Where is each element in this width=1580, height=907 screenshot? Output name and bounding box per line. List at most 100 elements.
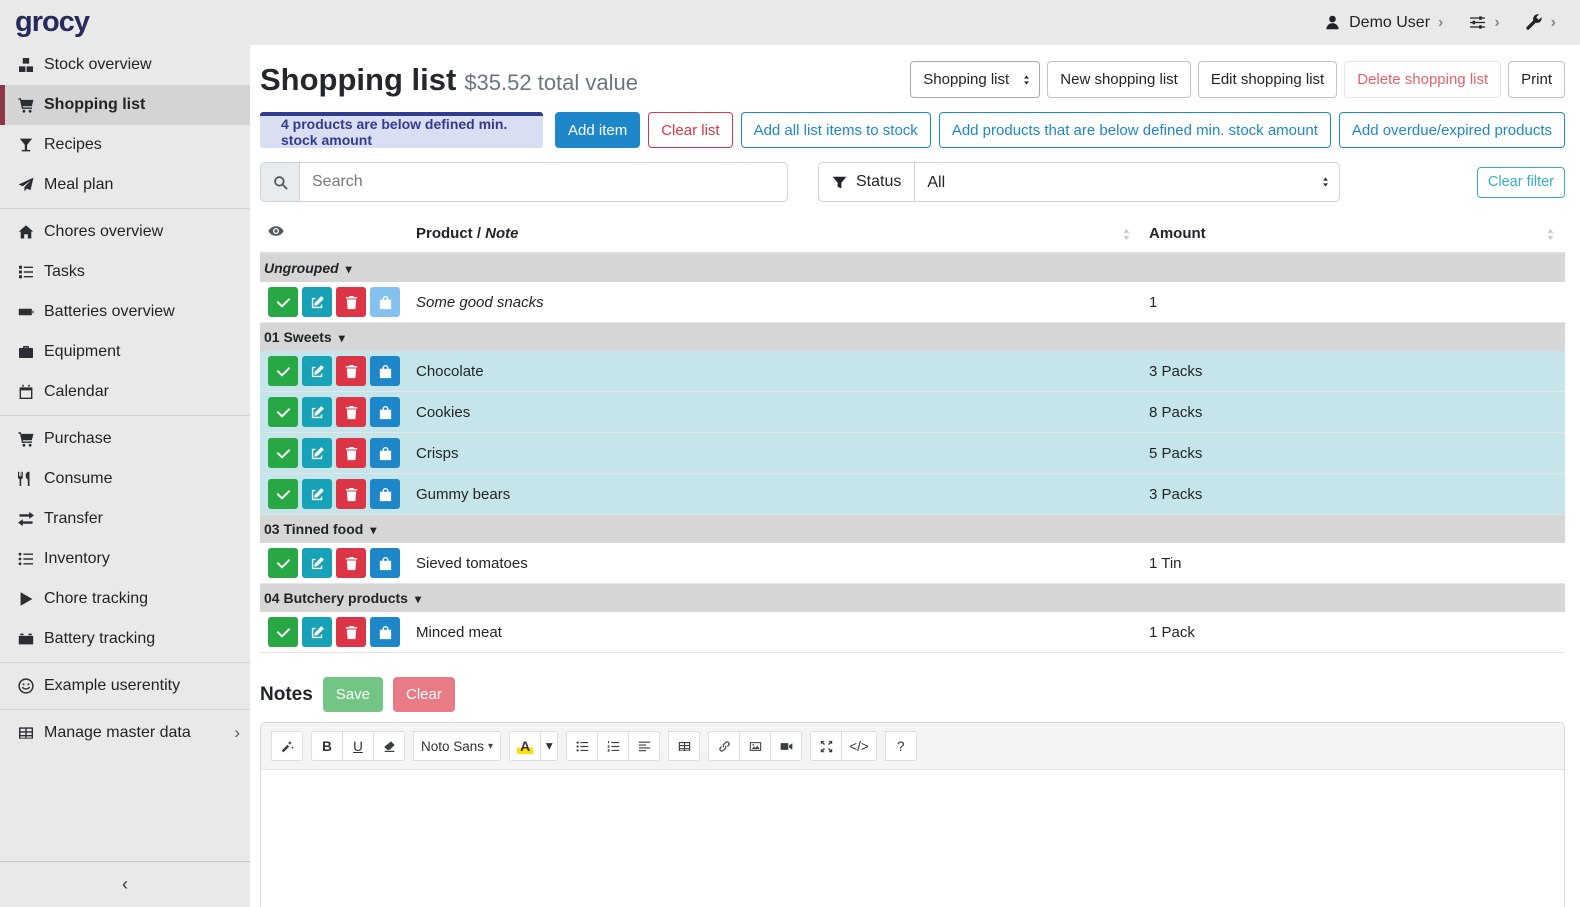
sidebar-item-label: Batteries overview — [44, 303, 175, 321]
product-column-header[interactable]: Product / Note — [408, 214, 1141, 253]
sidebar-item-chore-tracking[interactable]: Chore tracking — [0, 579, 250, 619]
caret-down-icon: ▾ — [415, 592, 421, 606]
status-select[interactable]: All — [915, 163, 1339, 201]
editor-body[interactable] — [261, 770, 1564, 907]
edit-item-button[interactable] — [302, 356, 332, 386]
insert-link-button[interactable] — [708, 731, 740, 761]
notes-save-button[interactable]: Save — [323, 677, 383, 712]
boxes-icon — [18, 57, 44, 73]
code-view-button[interactable]: </> — [841, 731, 877, 761]
sidebar-item-shopping-list[interactable]: Shopping list — [0, 85, 250, 125]
sidebar-item-manage-master-data[interactable]: Manage master data› — [0, 713, 250, 753]
edit-item-button[interactable] — [302, 479, 332, 509]
clear-list-button[interactable]: Clear list — [648, 112, 732, 148]
list-ol-button[interactable] — [597, 731, 629, 761]
group-header-03-tinned-food[interactable]: 03 Tinned food▾ — [260, 515, 1565, 544]
mark-done-button[interactable] — [268, 438, 298, 468]
row-actions-cell — [260, 474, 408, 515]
sidebar-item-stock-overview[interactable]: Stock overview — [0, 45, 250, 85]
sidebar-item-meal-plan[interactable]: Meal plan — [0, 165, 250, 205]
add-item-button[interactable]: Add item — [555, 112, 640, 148]
group-header-01-sweets[interactable]: 01 Sweets▾ — [260, 323, 1565, 352]
add-to-stock-button[interactable] — [370, 438, 400, 468]
font-name-button[interactable]: Noto Sans▾ — [413, 731, 501, 761]
eraser-icon — [383, 740, 396, 753]
edit-icon — [310, 487, 325, 502]
add-to-stock-button[interactable] — [370, 548, 400, 578]
delete-shopping-list-button[interactable]: Delete shopping list — [1344, 61, 1501, 98]
sidebar-item-tasks[interactable]: Tasks — [0, 252, 250, 292]
delete-item-button[interactable] — [336, 287, 366, 317]
edit-shopping-list-button[interactable]: Edit shopping list — [1198, 61, 1337, 98]
sidebar-item-chores-overview[interactable]: Chores overview — [0, 212, 250, 252]
notes-clear-button[interactable]: Clear — [393, 677, 455, 712]
add-all-list-items-to-stock-button[interactable]: Add all list items to stock — [741, 112, 931, 148]
edit-item-button[interactable] — [302, 438, 332, 468]
list-ul-button[interactable] — [566, 731, 598, 761]
sidebar-item-batteries-overview[interactable]: Batteries overview — [0, 292, 250, 332]
edit-item-button[interactable] — [302, 548, 332, 578]
shopping-list-select[interactable]: Shopping list — [910, 61, 1040, 98]
sidebar-item-inventory[interactable]: Inventory — [0, 539, 250, 579]
sidebar-item-example-userentity[interactable]: Example userentity — [0, 666, 250, 706]
add-products-that-are-below-defined-min-stock-amount-button[interactable]: Add products that are below defined min.… — [939, 112, 1331, 148]
delete-item-button[interactable] — [336, 617, 366, 647]
amount-column-header[interactable]: Amount — [1141, 214, 1565, 253]
sliders-icon — [1469, 14, 1486, 31]
sidebar-item-consume[interactable]: Consume — [0, 459, 250, 499]
paragraph-button[interactable] — [628, 731, 660, 761]
sidebar-item-purchase[interactable]: Purchase — [0, 419, 250, 459]
sidebar-item-equipment[interactable]: Equipment — [0, 332, 250, 372]
shopping-list-select-input[interactable]: Shopping list — [910, 61, 1040, 98]
search-input[interactable] — [300, 163, 787, 201]
eraser-button[interactable] — [373, 731, 405, 761]
mark-done-button[interactable] — [268, 356, 298, 386]
add-to-stock-button[interactable] — [370, 617, 400, 647]
sidebar-divider — [0, 662, 250, 663]
fullscreen-button[interactable] — [810, 731, 842, 761]
clear-filter-button[interactable]: Clear filter — [1477, 167, 1565, 198]
group-header-04-butchery-products[interactable]: 04 Butchery products▾ — [260, 584, 1565, 613]
magic-wand-button[interactable] — [271, 731, 303, 761]
delete-item-button[interactable] — [336, 356, 366, 386]
admin-menu[interactable]: › — [1526, 14, 1556, 32]
add-overdue-expired-products-button[interactable]: Add overdue/expired products — [1339, 112, 1565, 148]
edit-item-button[interactable] — [302, 287, 332, 317]
highlight-caret-button[interactable]: ▾ — [540, 731, 558, 761]
add-to-stock-button[interactable] — [370, 287, 400, 317]
edit-item-button[interactable] — [302, 617, 332, 647]
add-to-stock-button[interactable] — [370, 397, 400, 427]
mark-done-button[interactable] — [268, 617, 298, 647]
edit-item-button[interactable] — [302, 397, 332, 427]
delete-item-button[interactable] — [336, 548, 366, 578]
sidebar-item-calendar[interactable]: Calendar — [0, 372, 250, 412]
new-shopping-list-button[interactable]: New shopping list — [1047, 61, 1191, 98]
underline-button[interactable]: U — [342, 731, 374, 761]
mark-done-button[interactable] — [268, 397, 298, 427]
add-to-stock-button[interactable] — [370, 356, 400, 386]
sidebar-collapse-button[interactable]: ‹ — [0, 861, 250, 907]
visibility-column-header — [260, 214, 408, 253]
insert-video-button[interactable] — [770, 731, 802, 761]
sidebar-item-transfer[interactable]: Transfer — [0, 499, 250, 539]
mark-done-button[interactable] — [268, 287, 298, 317]
bold-button[interactable]: B — [311, 731, 343, 761]
print-button[interactable]: Print — [1508, 61, 1565, 98]
sidebar-item-recipes[interactable]: Recipes — [0, 125, 250, 165]
eye-icon[interactable] — [268, 223, 284, 239]
delete-item-button[interactable] — [336, 397, 366, 427]
mark-done-button[interactable] — [268, 548, 298, 578]
help-button[interactable]: ? — [885, 731, 917, 761]
add-to-stock-button[interactable] — [370, 479, 400, 509]
delete-item-button[interactable] — [336, 438, 366, 468]
highlight-color-button[interactable]: A — [509, 731, 541, 761]
topbar-menus: Demo User › › › — [1324, 14, 1580, 32]
insert-picture-button[interactable] — [739, 731, 771, 761]
settings-menu[interactable]: › — [1469, 14, 1499, 32]
delete-item-button[interactable] — [336, 479, 366, 509]
user-menu[interactable]: Demo User › — [1324, 14, 1443, 32]
insert-table-button[interactable] — [668, 731, 700, 761]
group-header-ungrouped[interactable]: Ungrouped▾ — [260, 253, 1565, 282]
sidebar-item-battery-tracking[interactable]: Battery tracking — [0, 619, 250, 659]
mark-done-button[interactable] — [268, 479, 298, 509]
